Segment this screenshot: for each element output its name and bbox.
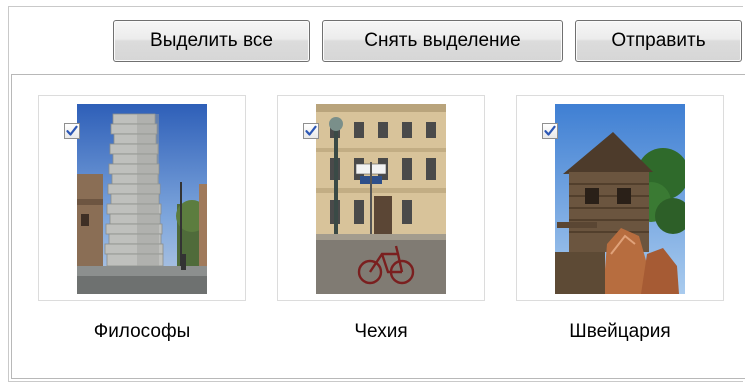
gallery-item-caption: Философы (93, 321, 191, 342)
select-checkbox[interactable] (542, 123, 558, 139)
photo-selection-window: Выделить все Снять выделение Отправить Ф… (0, 0, 745, 385)
checkmark-icon (66, 125, 78, 136)
toolbar: Выделить все Снять выделение Отправить (0, 20, 745, 64)
checkmark-icon (305, 125, 317, 136)
street-with-bicycle-photo[interactable] (316, 104, 446, 294)
checkmark-icon (544, 125, 556, 136)
select-checkbox[interactable] (303, 123, 319, 139)
wooden-chalet-photo[interactable] (555, 104, 685, 294)
gallery-item-philosophers[interactable]: Философы (38, 95, 248, 345)
gallery-item-caption: Чехия (354, 321, 408, 342)
gallery-item-czechia[interactable]: Чехия (277, 95, 487, 345)
deselect-all-button[interactable]: Снять выделение (322, 20, 563, 62)
send-button[interactable]: Отправить (575, 20, 742, 62)
photo-gallery: Философы Чехия Швейцария (11, 74, 745, 379)
tower-of-books-photo[interactable] (77, 104, 207, 294)
gallery-item-switzerland[interactable]: Швейцария (516, 95, 726, 345)
select-checkbox[interactable] (64, 123, 80, 139)
gallery-item-caption: Швейцария (569, 321, 671, 342)
select-all-button[interactable]: Выделить все (113, 20, 310, 62)
